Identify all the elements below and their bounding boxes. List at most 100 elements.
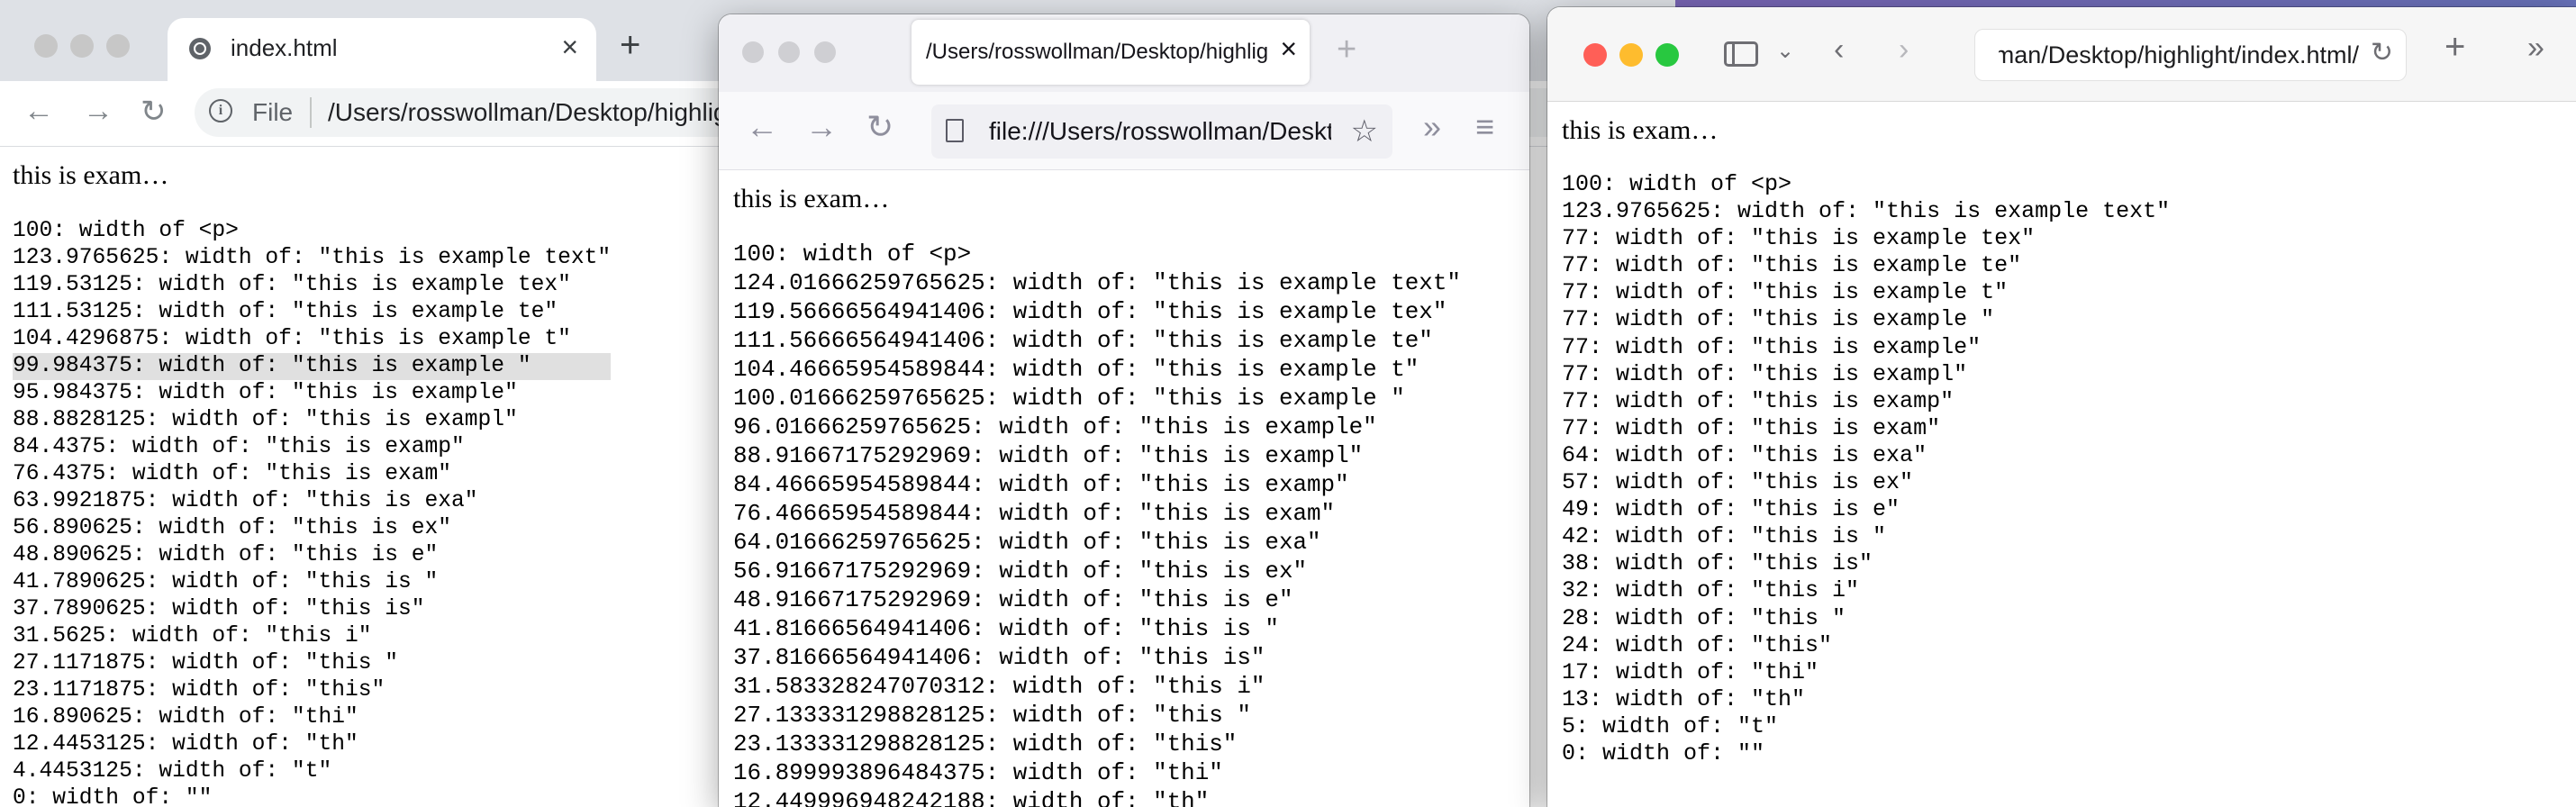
log-line: 16.890625: width of: "thi" — [13, 705, 358, 730]
back-icon[interactable]: ← — [746, 108, 778, 146]
log-line: 37.81666564941406: width of: "this is" — [733, 644, 1265, 671]
page-icon — [946, 119, 964, 142]
page-heading: this is exam… — [1562, 115, 1719, 145]
address-text[interactable]: /Users/rosswollman/Desktop/highlight/ind… — [1999, 41, 2359, 69]
width-log: 100: width of <p> 124.01666259765625: wid… — [733, 240, 1461, 807]
minimize-window-button[interactable] — [70, 34, 94, 58]
info-icon[interactable]: i — [209, 99, 232, 122]
sidebar-icon[interactable] — [1724, 41, 1758, 67]
zoom-window-button[interactable] — [814, 41, 836, 63]
address-bar[interactable]: /Users/rosswollman/Desktop/highlight/ind… — [1974, 29, 2407, 81]
tab-index-html[interactable]: index.html × — [168, 18, 596, 81]
log-line: 23.133331298828125: width of: "this" — [733, 730, 1238, 757]
firefox-window: /Users/rosswollman/Desktop/highlight/ind… — [719, 14, 1529, 807]
log-line: 48.91667175292969: width of: "this is e" — [733, 586, 1293, 613]
log-line: 76.46665954589844: width of: "this is ex… — [733, 500, 1336, 527]
log-line: 63.9921875: width of: "this is exa" — [13, 489, 478, 513]
log-line: 77: width of: "this is example tex" — [1562, 225, 2036, 252]
url-bar[interactable]: file:///Users/rosswollman/Desktop/highli… — [931, 104, 1392, 159]
forward-icon[interactable]: → — [83, 94, 113, 129]
log-line: 100.01666259765625: width of: "this is e… — [733, 385, 1405, 412]
log-line: 88.8828125: width of: "this is exampl" — [13, 408, 518, 432]
log-line: 111.53125: width of: "this is example te… — [13, 300, 558, 324]
reload-icon[interactable]: ↻ — [141, 94, 167, 130]
omnibox-separator — [310, 97, 312, 128]
log-line: 16.899993896484375: width of: "thi" — [733, 759, 1223, 786]
page-content: this is exam… 100: width of <p> 124.01666… — [733, 184, 1461, 807]
log-line: 77: width of: "this is exam" — [1562, 414, 1941, 441]
close-icon[interactable]: × — [1280, 32, 1297, 66]
menu-icon[interactable]: ≡ — [1475, 108, 1494, 146]
width-log: 100: width of <p> 123.9765625: width of: … — [1562, 171, 2170, 767]
page-heading: this is exam… — [733, 184, 890, 213]
log-line: 119.56666564941406: width of: "this is e… — [733, 298, 1447, 325]
log-line: 77: width of: "this is example " — [1562, 306, 1995, 333]
log-line: 123.9765625: width of: "this is example … — [13, 246, 612, 270]
back-icon[interactable]: ‹ — [1834, 32, 1844, 68]
log-line: 31.583328247070312: width of: "this i" — [733, 673, 1265, 700]
log-line: 24: width of: "this" — [1562, 631, 1833, 658]
address-text[interactable]: file:///Users/rosswollman/Desktop/highli… — [989, 117, 1331, 146]
log-line: 111.56666564941406: width of: "this is e… — [733, 327, 1433, 354]
new-tab-icon[interactable]: + — [2444, 27, 2465, 68]
zoom-window-button[interactable] — [106, 34, 130, 58]
bookmark-star-icon[interactable]: ☆ — [1351, 113, 1378, 150]
log-line: 64: width of: "this is exa" — [1562, 441, 1927, 468]
close-window-button[interactable] — [1583, 43, 1607, 67]
tab-title: /Users/rosswollman/Desktop/highlight/ind… — [926, 40, 1268, 64]
log-line: 124.01666259765625: width of: "this is e… — [733, 269, 1461, 296]
log-line: 77: width of: "this is example" — [1562, 333, 1982, 360]
close-icon[interactable]: × — [561, 31, 578, 64]
log-line: 88.91667175292969: width of: "this is ex… — [733, 442, 1364, 469]
overflow-chevrons-icon[interactable]: » — [1423, 108, 1441, 146]
log-line: 23.1171875: width of: "this" — [13, 678, 385, 703]
log-line: 31.5625: width of: "this i" — [13, 624, 372, 648]
log-line: 77: width of: "this is example t" — [1562, 279, 2009, 306]
close-window-button[interactable] — [742, 41, 764, 63]
log-line: 42: width of: "this is " — [1562, 523, 1887, 550]
safari-toolbar: ⌄ ‹ › /Users/rosswollman/Desktop/highlig… — [1547, 7, 2576, 102]
log-line: 100: width of <p> — [1562, 171, 1792, 197]
log-line: 5: width of: "t" — [1562, 712, 1779, 739]
log-line: 13: width of: "th" — [1562, 685, 1806, 712]
firefox-toolbar: ← → ↻ file:///Users/rosswollman/Desktop/… — [719, 92, 1529, 170]
log-line: 100: width of <p> — [733, 240, 972, 267]
chevron-down-icon[interactable]: ⌄ — [1776, 38, 1794, 64]
log-line: 49: width of: "this is e" — [1562, 496, 1900, 523]
reload-icon[interactable]: ↻ — [2371, 37, 2393, 68]
log-line: 12.4453125: width of: "th" — [13, 732, 358, 757]
log-line: 17: width of: "thi" — [1562, 658, 1819, 685]
log-line: 28: width of: "this " — [1562, 604, 1846, 631]
window-controls — [742, 41, 850, 68]
page-content: this is exam… 100: width of <p> 123.97656… — [1562, 115, 2170, 767]
zoom-window-button[interactable] — [1655, 43, 1679, 67]
close-window-button[interactable] — [34, 34, 58, 58]
log-line: 56.91667175292969: width of: "this is ex… — [733, 558, 1308, 585]
tab-index-html[interactable]: /Users/rosswollman/Desktop/highlight/ind… — [912, 20, 1310, 85]
back-icon[interactable]: ← — [23, 94, 54, 129]
minimize-window-button[interactable] — [1619, 43, 1643, 67]
log-line: 95.984375: width of: "this is example" — [13, 381, 518, 405]
page-content: this is exam… 100: width of <p> 123.97656… — [13, 160, 612, 807]
forward-icon[interactable]: › — [1899, 32, 1909, 68]
log-line: 12.449996948242188: width of: "th" — [733, 788, 1210, 807]
new-tab-icon[interactable]: + — [620, 25, 640, 66]
omnibox-scheme-label: File — [252, 98, 294, 126]
log-line: 76.4375: width of: "this is exam" — [13, 462, 452, 486]
firefox-tab-strip: /Users/rosswollman/Desktop/highlight/ind… — [719, 14, 1529, 92]
new-tab-icon[interactable]: + — [1337, 31, 1356, 69]
log-line: 64.01666259765625: width of: "this is ex… — [733, 529, 1321, 556]
overflow-chevrons-icon[interactable]: » — [2527, 31, 2544, 66]
log-line: 123.9765625: width of: "this is example … — [1562, 198, 2171, 225]
reload-icon[interactable]: ↻ — [866, 108, 893, 146]
forward-icon[interactable]: → — [805, 108, 838, 146]
log-line: 77: width of: "this is example te" — [1562, 252, 2022, 279]
globe-icon — [189, 38, 211, 59]
minimize-window-button[interactable] — [778, 41, 800, 63]
log-line: 0: width of: "" — [1562, 739, 1765, 766]
log-line: 99.984375: width of: "this is example " — [13, 353, 612, 380]
safari-window: ⌄ ‹ › /Users/rosswollman/Desktop/highlig… — [1547, 7, 2576, 807]
log-line: 4.4453125: width of: "t" — [13, 759, 332, 784]
log-line: 41.7890625: width of: "this is " — [13, 570, 439, 594]
log-line: 100: width of <p> — [13, 219, 239, 243]
